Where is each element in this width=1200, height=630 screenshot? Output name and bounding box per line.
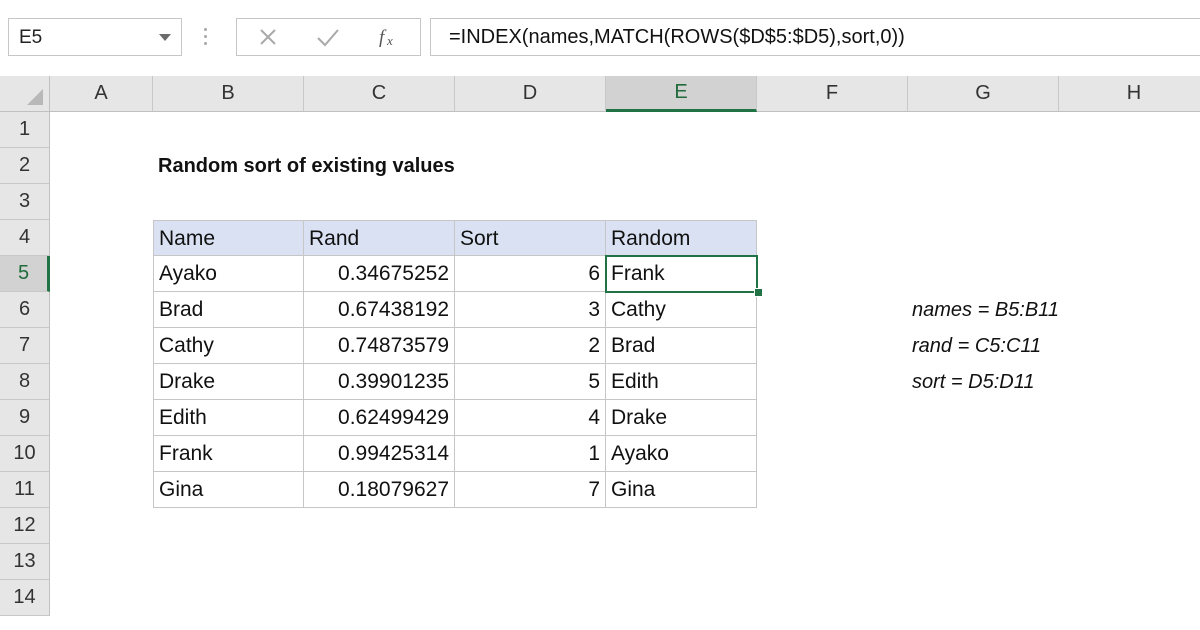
- table-cell[interactable]: 6: [455, 256, 606, 292]
- table-cell[interactable]: Edith: [606, 364, 757, 400]
- table-header-sort[interactable]: Sort: [455, 220, 606, 256]
- table-cell[interactable]: 4: [455, 400, 606, 436]
- table-cell[interactable]: 0.39901235: [304, 364, 455, 400]
- chevron-down-icon[interactable]: [159, 34, 171, 41]
- table-cell[interactable]: 1: [455, 436, 606, 472]
- table-cell[interactable]: Brad: [153, 292, 304, 328]
- named-range-rand[interactable]: rand = C5:C11: [907, 328, 1197, 364]
- table-cell[interactable]: Ayako: [153, 256, 304, 292]
- table-header-rand[interactable]: Rand: [304, 220, 455, 256]
- table-cell[interactable]: Edith: [153, 400, 304, 436]
- table-header-random[interactable]: Random: [606, 220, 757, 256]
- drag-handle-icon[interactable]: [204, 28, 208, 48]
- named-range-names[interactable]: names = B5:B11: [907, 292, 1197, 328]
- table-header-name[interactable]: Name: [153, 220, 304, 256]
- table-cell[interactable]: 0.62499429: [304, 400, 455, 436]
- svg-text:f: f: [379, 27, 387, 48]
- formula-buttons: f x: [236, 18, 421, 56]
- insert-function-button[interactable]: f x: [365, 19, 415, 55]
- sheet-title[interactable]: Random sort of existing values: [153, 148, 553, 184]
- row-header-2[interactable]: 2: [0, 148, 50, 184]
- name-box[interactable]: E5: [8, 18, 182, 56]
- table-cell[interactable]: 0.99425314: [304, 436, 455, 472]
- select-all-button[interactable]: [0, 76, 50, 112]
- table-cell[interactable]: 2: [455, 328, 606, 364]
- column-header-c[interactable]: C: [304, 76, 455, 112]
- enter-button[interactable]: [303, 19, 353, 55]
- row-header-13[interactable]: 13: [0, 544, 50, 580]
- column-header-d[interactable]: D: [455, 76, 606, 112]
- table-cell[interactable]: 0.74873579: [304, 328, 455, 364]
- table-cell[interactable]: 5: [455, 364, 606, 400]
- formula-text: =INDEX(names,MATCH(ROWS($D$5:$D5),sort,0…: [449, 26, 905, 48]
- column-header-f[interactable]: F: [757, 76, 908, 112]
- fx-icon: f x: [379, 27, 393, 48]
- table-cell[interactable]: 7: [455, 472, 606, 508]
- table-cell[interactable]: Drake: [153, 364, 304, 400]
- svg-text:x: x: [386, 33, 393, 48]
- table-cell[interactable]: Frank: [606, 256, 757, 292]
- row-header-3[interactable]: 3: [0, 184, 50, 220]
- column-header-a[interactable]: A: [50, 76, 153, 112]
- name-box-value: E5: [19, 27, 43, 48]
- row-header-1[interactable]: 1: [0, 112, 50, 148]
- row-header-4[interactable]: 4: [0, 220, 50, 256]
- table-cell[interactable]: Gina: [153, 472, 304, 508]
- table-cell[interactable]: 3: [455, 292, 606, 328]
- close-icon: [260, 29, 276, 45]
- column-header-e[interactable]: E: [606, 76, 757, 112]
- table-cell[interactable]: Brad: [606, 328, 757, 364]
- named-range-sort[interactable]: sort = D5:D11: [907, 364, 1197, 400]
- column-header-g[interactable]: G: [908, 76, 1059, 112]
- table-cell[interactable]: 0.34675252: [304, 256, 455, 292]
- cancel-button[interactable]: [243, 19, 293, 55]
- row-header-10[interactable]: 10: [0, 436, 50, 472]
- row-header-6[interactable]: 6: [0, 292, 50, 328]
- row-header-11[interactable]: 11: [0, 472, 50, 508]
- check-icon: [317, 29, 339, 47]
- column-header-h[interactable]: H: [1059, 76, 1200, 112]
- formula-bar: E5 f x =INDEX(names,MATCH(ROWS($D$5:$D5)…: [0, 0, 1200, 76]
- row-header-5[interactable]: 5: [0, 256, 50, 292]
- row-header-12[interactable]: 12: [0, 508, 50, 544]
- row-header-14[interactable]: 14: [0, 580, 50, 616]
- table-cell[interactable]: Cathy: [153, 328, 304, 364]
- table-cell[interactable]: Frank: [153, 436, 304, 472]
- table-cell[interactable]: Drake: [606, 400, 757, 436]
- table-cell[interactable]: Gina: [606, 472, 757, 508]
- row-header-7[interactable]: 7: [0, 328, 50, 364]
- table-cell[interactable]: Cathy: [606, 292, 757, 328]
- column-header-b[interactable]: B: [153, 76, 304, 112]
- row-header-8[interactable]: 8: [0, 364, 50, 400]
- table-cell[interactable]: 0.67438192: [304, 292, 455, 328]
- table-cell[interactable]: 0.18079627: [304, 472, 455, 508]
- formula-input[interactable]: =INDEX(names,MATCH(ROWS($D$5:$D5),sort,0…: [430, 18, 1200, 56]
- row-header-9[interactable]: 9: [0, 400, 50, 436]
- table-cell[interactable]: Ayako: [606, 436, 757, 472]
- worksheet-grid: A B C D E F G H 1 2 3 4 5 6 7 8 9 10 11 …: [0, 76, 1200, 630]
